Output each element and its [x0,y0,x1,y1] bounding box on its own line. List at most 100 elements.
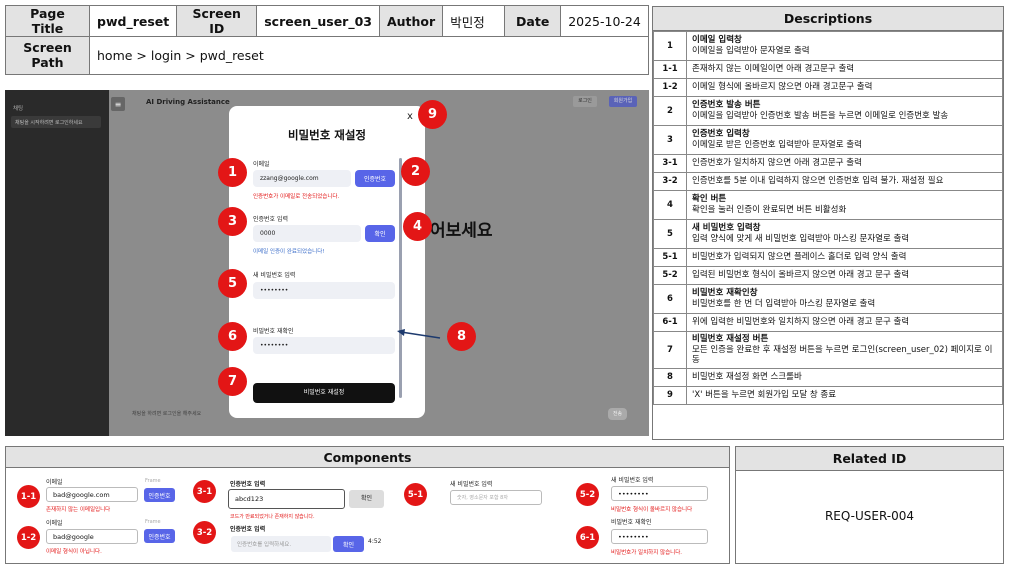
reset-password-button[interactable]: 비밀번호 재설정 [253,383,395,403]
new-password-input[interactable]: •••••••• [253,282,395,299]
send-code-button[interactable]: 인증번호 [355,170,395,187]
related-title: Related ID [736,447,1003,471]
c31-error: 코드가 만료되었거나 존재하지 않습니다. [230,514,315,520]
c11-label: 이메일 [46,479,63,486]
description-title: 비밀번호 재설정 버튼 [692,334,769,344]
description-id: 5-2 [653,266,687,285]
c52-label: 새 비밀번호 입력 [611,477,654,484]
description-text-cell: 위에 입력한 비밀번호와 일치하지 않으면 아래 경고 문구 출력 [686,313,1003,332]
description-row: 3 인증번호 입력창 이메일로 받은 인증번호 입력받아 문자열로 출력 [653,125,1003,155]
description-title: 확인 버튼 [692,194,727,205]
email-input[interactable]: zzang@google.com [253,170,351,187]
app-title: AI Driving Assistance [146,98,230,106]
descriptions-title: Descriptions [653,7,1003,31]
sidebar-item[interactable]: 채팅을 시작하려면 로그인하세요 [11,116,101,128]
screen-path-label: Screen Path [5,36,90,75]
description-id: 1 [653,31,687,61]
description-text-cell: 비밀번호 재설정 버튼 모든 인증을 완료한 후 재설정 버튼을 누르면 로그인(… [686,331,1003,369]
description-row: 5-2 입력된 비밀번호 형식이 올바르지 않으면 아래 경고 문구 출력 [653,266,1003,285]
c12-email-input[interactable]: bad@google [46,529,138,544]
description-row: 5-1 비밀번호가 입력되지 않으면 플레이스 홀더로 입력 양식 출력 [653,248,1003,267]
login-button[interactable]: 로그인 [573,96,597,107]
marker-6-1: 6-1 [576,526,599,549]
menu-button[interactable]: ≡ [111,97,125,111]
marker-2: 2 [401,157,430,186]
screen-id-value: screen_user_03 [256,5,380,37]
reset-modal: 비밀번호 재설정 x 이메일 zzang@google.com 인증번호 인증번… [229,106,425,418]
c61-password-input[interactable]: •••••••• [611,529,708,544]
c51-label: 새 비밀번호 입력 [450,481,493,488]
c31-confirm-button[interactable]: 확인 [349,490,384,508]
close-button[interactable]: x [407,111,413,122]
description-row: 5새 비밀번호 입력창 입력 양식에 맞게 새 비밀번호 입력받아 마스킹 문자열… [653,219,1003,249]
components-title: Components [6,447,729,468]
description-row: 7 비밀번호 재설정 버튼 모든 인증을 완료한 후 재설정 버튼을 누르면 로그인… [653,331,1003,369]
new-password-label: 새 비밀번호 입력 [253,272,296,279]
signup-button[interactable]: 회원가입 [609,96,637,107]
c52-password-input[interactable]: •••••••• [611,486,708,501]
c11-send-button[interactable]: 인증번호 [144,488,175,502]
date-value: 2025-10-24 [560,5,649,37]
confirm-button[interactable]: 확인 [365,225,395,242]
c32-confirm-button[interactable]: 확인 [333,536,364,552]
c32-label: 인증번호 입력 [230,526,266,533]
description-row: 8 비밀번호 재설정 화면 스크롤바 [653,367,1003,387]
description-text: 확인을 눌러 인증이 완료되면 버튼 비활성화 [692,205,847,215]
email-message: 인증번호가 이메일로 전송되었습니다. [253,194,340,200]
descriptions-panel: Descriptions 1 이메일 입력창 이메일을 입력받아 문자열로 출력 1-… [652,6,1004,440]
c11-email-input[interactable]: bad@google.com [46,487,138,502]
description-text-cell: 입력된 비밀번호 형식이 올바르지 않으면 아래 경고 문구 출력 [686,266,1003,285]
marker-5: 5 [218,269,247,298]
description-id: 7 [653,331,687,369]
marker-1-1: 1-1 [17,485,40,508]
description-id: 1-2 [653,78,687,97]
marker-8: 8 [447,322,476,351]
code-label: 인증번호 입력 [253,216,289,223]
code-input[interactable]: 0000 [253,225,361,242]
c31-code-input[interactable]: abcd123 [228,489,345,509]
description-id: 3-2 [653,172,687,191]
description-text-cell: 비밀번호 재확인창 비밀번호를 한 번 더 입력받아 마스킹 문자열로 출력 [686,284,1003,314]
description-text: 존재하지 않는 이메일이면 아래 경고문구 출력 [692,64,855,75]
description-text: 입력 양식에 맞게 새 비밀번호 입력받아 마스킹 문자열로 출력 [692,234,910,244]
date-label: Date [504,5,562,37]
c11-error: 존재하지 않는 이메일입니다 [46,507,111,513]
page-title-value: pwd_reset [88,5,178,37]
description-id: 3-1 [653,154,687,173]
description-row: 1-1 존재하지 않는 이메일이면 아래 경고문구 출력 [653,60,1003,79]
description-id: 3 [653,125,687,155]
description-text: 이메일로 받은 인증번호 입력받아 문자열로 출력 [692,140,862,150]
description-text-cell: 인증번호 입력창 이메일로 받은 인증번호 입력받아 문자열로 출력 [686,125,1003,155]
marker-1-2: 1-2 [17,526,40,549]
background-text: 어보세요 [430,221,493,241]
marker-1: 1 [218,158,247,187]
send-button[interactable]: 전송 [608,408,627,420]
description-text-cell: 이메일 형식에 올바르지 않으면 아래 경고문구 출력 [686,78,1003,97]
description-row: 2 인증번호 발송 버튼 이메일을 입력받아 인증번호 발송 버튼을 누르면 이메일… [653,96,1003,126]
c32-code-input[interactable]: 인증번호를 입력하세요. [231,536,331,552]
description-text: 비밀번호를 한 번 더 입력받아 마스킹 문자열로 출력 [692,299,876,309]
description-id: 5-1 [653,248,687,267]
modal-scrollbar[interactable] [399,158,402,398]
description-text: 'X' 버튼을 누르면 회원가입 모달 창 종료 [692,390,837,401]
description-text: 인증번호가 일치하지 않으면 아래 경고문구 출력 [692,158,862,169]
description-row: 9 'X' 버튼을 누르면 회원가입 모달 창 종료 [653,385,1003,405]
description-text: 모든 인증을 완료한 후 재설정 버튼을 누르면 로그인(screen_user… [692,344,993,366]
c51-password-input[interactable]: 숫자, 영소문자 포함 8자 [450,490,542,505]
description-row: 1-2 이메일 형식에 올바르지 않으면 아래 경고문구 출력 [653,78,1003,97]
confirm-password-input[interactable]: •••••••• [253,337,395,354]
c31-label: 인증번호 입력 [230,481,266,488]
descriptions-table: 1 이메일 입력창 이메일을 입력받아 문자열로 출력 1-1 존재하지 않는 이메일이… [653,31,1003,405]
marker-7: 7 [218,367,247,396]
description-id: 6-1 [653,313,687,332]
description-text: 이메일을 입력받아 문자열로 출력 [692,46,810,56]
author-label: Author [378,5,444,37]
screen-path-value: home > login > pwd_reset [89,36,649,75]
description-row: 3-1 인증번호가 일치하지 않으면 아래 경고문구 출력 [653,154,1003,173]
c61-error: 비밀번호가 일치하지 않습니다. [611,550,683,556]
description-text: 인증번호를 5분 이내 입력하지 않으면 인증번호 입력 불가. 재설정 필요 [692,176,944,187]
c32-timer: 4:52 [368,538,382,545]
c12-send-button[interactable]: 인증번호 [144,529,175,543]
description-text-cell: 비밀번호가 입력되지 않으면 플레이스 홀더로 입력 양식 출력 [686,248,1003,267]
description-id: 9 [653,385,687,405]
